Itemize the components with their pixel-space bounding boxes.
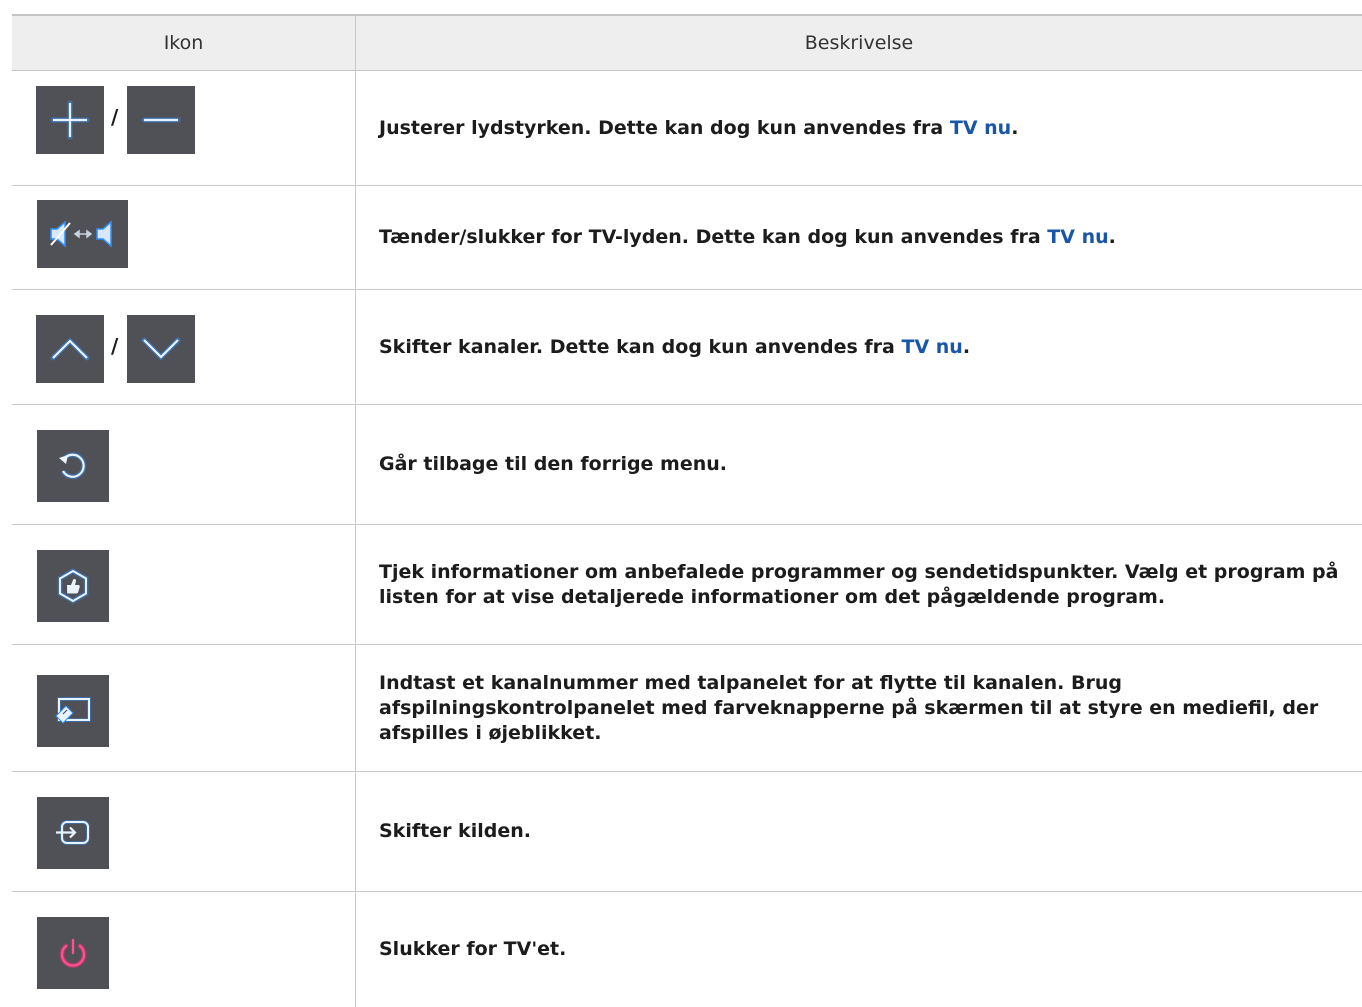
recommended-icon xyxy=(57,568,89,604)
row-description: Tænder/slukker for TV-lyden. Dette kan d… xyxy=(379,226,1116,248)
power-icon xyxy=(59,938,87,968)
return-button[interactable] xyxy=(37,430,109,502)
table-row-recommended: Tjek informationer om anbefalede program… xyxy=(12,525,1362,645)
icon-table: Ikon Beskrivelse / Justerer lydstyrken. … xyxy=(12,14,1362,1007)
source-icon xyxy=(56,820,90,845)
table-row-volume: / Justerer lydstyrken. Dette kan dog kun… xyxy=(12,71,1362,186)
row-description: Slukker for TV'et. xyxy=(379,938,567,960)
row-description: Justerer lydstyrken. Dette kan dog kun a… xyxy=(379,116,1019,139)
source-button[interactable] xyxy=(37,797,109,869)
chevron-up-icon xyxy=(50,337,90,361)
table-row-return: Går tilbage til den forrige menu. xyxy=(12,405,1362,525)
table-header: Ikon Beskrivelse xyxy=(12,16,1362,71)
power-button[interactable] xyxy=(37,917,109,989)
separator-slash: / xyxy=(111,334,119,358)
return-icon xyxy=(59,452,87,480)
row-description: Går tilbage til den forrige menu. xyxy=(379,453,728,475)
row-description: Skifter kanaler. Dette kan dog kun anven… xyxy=(379,335,971,358)
volume-up-button[interactable] xyxy=(36,86,104,154)
channel-up-button[interactable] xyxy=(36,315,104,383)
minus-icon xyxy=(141,117,181,123)
tv-now-link[interactable]: TV nu xyxy=(901,336,962,358)
plus-icon xyxy=(50,100,90,140)
header-cell-icon: Ikon xyxy=(12,16,356,70)
row-description: Skifter kilden. xyxy=(379,820,531,842)
keypad-icon xyxy=(55,697,91,724)
header-cell-description: Beskrivelse xyxy=(804,32,914,54)
table-row-channel: / Skifter kanaler. Dette kan dog kun anv… xyxy=(12,290,1362,405)
table-row-keypad: Indtast et kanalnummer med talpanelet fo… xyxy=(12,645,1362,772)
mute-button[interactable] xyxy=(37,200,128,268)
recommended-button[interactable] xyxy=(37,550,109,622)
table-row-mute: Tænder/slukker for TV-lyden. Dette kan d… xyxy=(12,186,1362,290)
mute-toggle-icon xyxy=(49,220,112,248)
table-row-source: Skifter kilden. xyxy=(12,772,1362,892)
channel-down-button[interactable] xyxy=(127,315,195,383)
table-row-power: Slukker for TV'et. xyxy=(12,892,1362,1007)
tv-now-link[interactable]: TV nu xyxy=(950,117,1011,139)
row-description: Tjek informationer om anbefalede program… xyxy=(379,560,1339,608)
row-description: Indtast et kanalnummer med talpanelet fo… xyxy=(379,671,1319,744)
chevron-down-icon xyxy=(141,337,181,361)
keypad-button[interactable] xyxy=(37,675,109,747)
volume-down-button[interactable] xyxy=(127,86,195,154)
tv-now-link[interactable]: TV nu xyxy=(1047,226,1108,248)
separator-slash: / xyxy=(111,105,119,129)
